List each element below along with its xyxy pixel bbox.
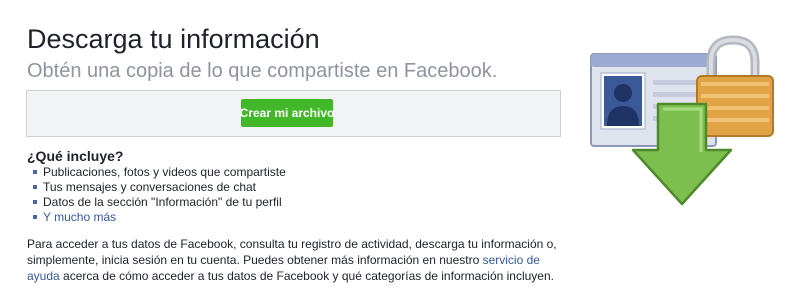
list-item-text: Publicaciones, fotos y videos que compar…	[43, 165, 286, 179]
list-item-text: Tus mensajes y conversaciones de chat	[43, 180, 256, 194]
page-subtitle: Obtén una copia de lo que compartiste en…	[27, 60, 498, 82]
includes-heading: ¿Qué incluye?	[27, 148, 124, 164]
bullet-icon	[33, 170, 37, 174]
bullet-icon	[33, 200, 37, 204]
create-archive-panel: Crear mi archivo	[26, 90, 561, 137]
info-text-after: acerca de cómo acceder a tus datos de Fa…	[59, 269, 554, 283]
lock-icon	[696, 35, 774, 137]
more-link[interactable]: Y mucho más	[43, 210, 116, 224]
create-archive-button[interactable]: Crear mi archivo	[240, 99, 334, 127]
includes-list: Publicaciones, fotos y videos que compar…	[27, 165, 286, 225]
info-text-before: Para acceder a tus datos de Facebook, co…	[27, 237, 557, 267]
bullet-icon	[33, 215, 37, 219]
page-title: Descarga tu información	[27, 24, 320, 54]
list-item-text: Datos de la sección "Información" de tu …	[43, 195, 282, 209]
list-item: Y mucho más	[27, 210, 286, 225]
list-item: Datos de la sección "Información" de tu …	[27, 195, 286, 210]
download-archive-icon	[585, 32, 785, 217]
list-item: Publicaciones, fotos y videos que compar…	[27, 165, 286, 180]
info-paragraph: Para acceder a tus datos de Facebook, co…	[27, 236, 567, 284]
list-item: Tus mensajes y conversaciones de chat	[27, 180, 286, 195]
bullet-icon	[33, 185, 37, 189]
